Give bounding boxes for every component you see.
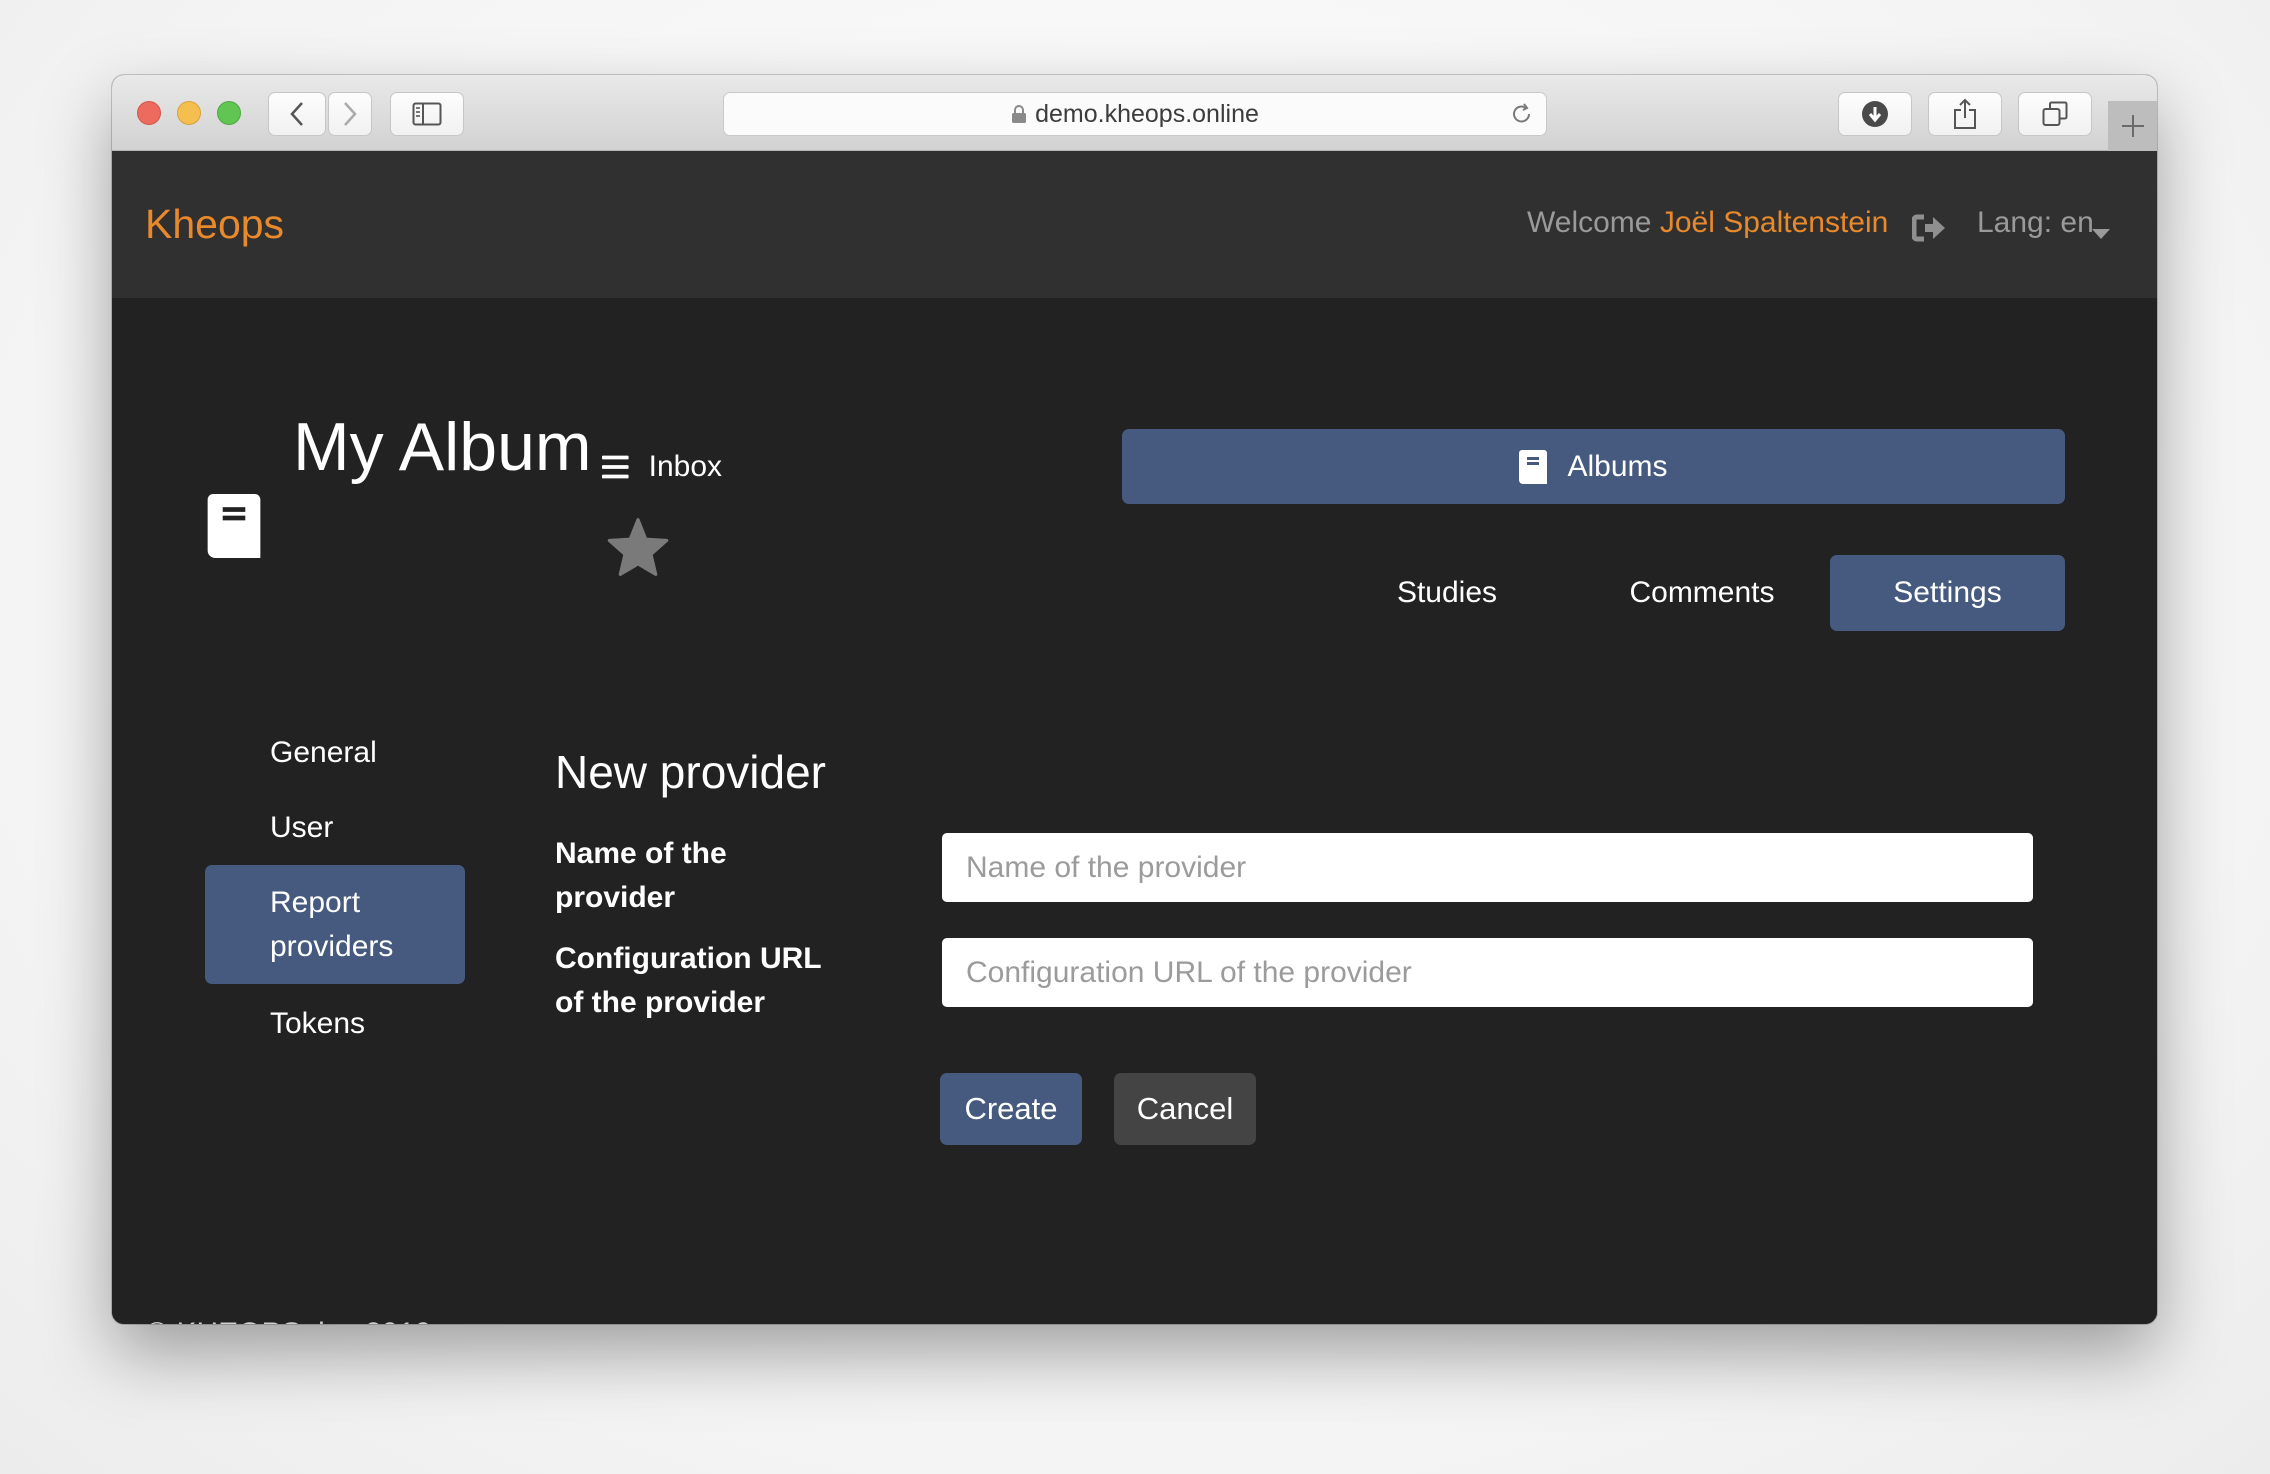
bars-icon bbox=[602, 455, 629, 478]
language-dropdown[interactable]: Lang: en bbox=[1977, 206, 2094, 240]
nav-inbox[interactable]: Inbox bbox=[602, 429, 722, 504]
browser-window: demo.kheops.online Kheops Welcome Joël S… bbox=[112, 75, 2157, 1324]
browser-toolbar: demo.kheops.online bbox=[112, 75, 2157, 151]
tab-overview-button[interactable] bbox=[2018, 92, 2092, 136]
settings-menu-general[interactable]: General bbox=[270, 731, 377, 775]
album-title: My Album bbox=[293, 409, 592, 485]
tab-settings[interactable]: Settings bbox=[1830, 555, 2065, 631]
logout-button[interactable] bbox=[1911, 214, 1946, 242]
reload-icon[interactable] bbox=[1510, 101, 1534, 127]
create-button[interactable]: Create bbox=[940, 1073, 1082, 1145]
provider-name-label: Name of the provider bbox=[555, 837, 727, 914]
form-title: New provider bbox=[555, 746, 826, 798]
favorite-star-icon[interactable] bbox=[606, 517, 670, 577]
forward-button[interactable] bbox=[328, 92, 372, 136]
plus-icon bbox=[2121, 115, 2144, 137]
provider-name-input[interactable] bbox=[942, 833, 2033, 902]
close-window-button[interactable] bbox=[137, 101, 161, 125]
back-icon bbox=[290, 102, 303, 126]
downloads-button[interactable] bbox=[1838, 92, 1912, 136]
sign-out-icon bbox=[1911, 214, 1945, 242]
sidebar-toggle-button[interactable] bbox=[390, 92, 464, 136]
footer-copyright: © KHEOPS, inc 2019 bbox=[146, 1317, 432, 1324]
album-book-icon bbox=[207, 494, 261, 558]
tab-comments[interactable]: Comments bbox=[1592, 555, 1812, 631]
new-tab-button[interactable] bbox=[2108, 101, 2157, 151]
share-button[interactable] bbox=[1928, 92, 2002, 136]
caret-down-icon[interactable] bbox=[2092, 229, 2110, 239]
url-text: demo.kheops.online bbox=[1035, 99, 1259, 128]
lock-icon bbox=[1012, 105, 1027, 123]
settings-menu-report-providers-label: Report providers bbox=[270, 886, 394, 963]
sidebar-icon bbox=[412, 102, 442, 126]
cancel-button[interactable]: Cancel bbox=[1114, 1073, 1256, 1145]
tab-studies[interactable]: Studies bbox=[1362, 555, 1532, 631]
forward-icon bbox=[344, 102, 357, 126]
user-name-link[interactable]: Joël Spaltenstein bbox=[1660, 206, 1889, 239]
address-bar[interactable]: demo.kheops.online bbox=[723, 92, 1547, 136]
download-icon bbox=[1862, 101, 1888, 127]
provider-url-label: Configuration URL of the provider bbox=[555, 942, 822, 1019]
nav-inbox-label: Inbox bbox=[648, 449, 722, 483]
settings-menu-tokens[interactable]: Tokens bbox=[270, 1002, 365, 1046]
tabs-icon bbox=[2042, 101, 2068, 126]
nav-albums[interactable]: Albums bbox=[1122, 429, 2065, 504]
welcome-message: Welcome Joël Spaltenstein bbox=[1527, 206, 1888, 240]
settings-menu-user[interactable]: User bbox=[270, 806, 333, 850]
nav-albums-label: Albums bbox=[1567, 449, 1668, 483]
maximize-window-button[interactable] bbox=[217, 101, 241, 125]
book-icon bbox=[1519, 449, 1548, 484]
minimize-window-button[interactable] bbox=[177, 101, 201, 125]
welcome-prefix: Welcome bbox=[1527, 206, 1652, 239]
share-icon bbox=[1954, 98, 1976, 129]
back-button[interactable] bbox=[268, 92, 326, 136]
main-content: Inbox Albums My Album Studies Comments S… bbox=[112, 298, 2157, 1324]
settings-menu-report-providers[interactable]: Report providers bbox=[205, 865, 465, 984]
language-label: Lang: en bbox=[1977, 206, 2094, 239]
provider-url-input[interactable] bbox=[942, 938, 2033, 1007]
app-header: Kheops Welcome Joël Spaltenstein Lang: e… bbox=[112, 151, 2157, 298]
brand-logo[interactable]: Kheops bbox=[145, 201, 284, 248]
